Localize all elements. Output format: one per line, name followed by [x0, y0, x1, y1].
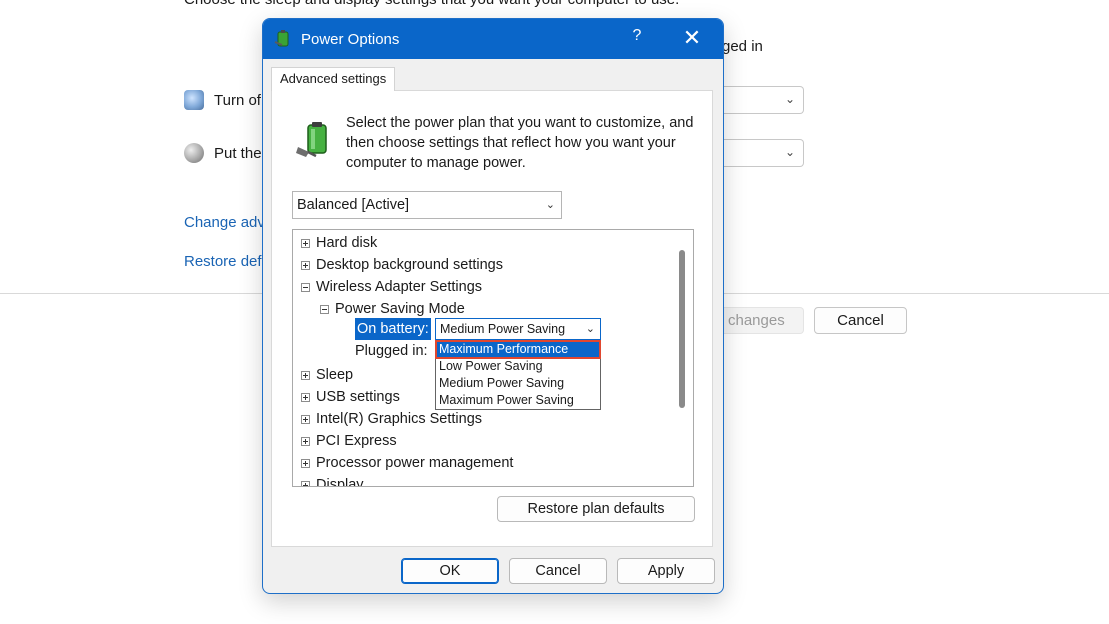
tree-item-power-saving-mode[interactable]: Power Saving Mode	[320, 298, 465, 320]
expand-icon[interactable]	[301, 436, 310, 446]
tree-item-label: Hard disk	[316, 235, 378, 251]
tree-item-label: Sleep	[316, 367, 354, 383]
power-options-dialog: Power Options ? ✕ Advanced settings Sele…	[262, 18, 724, 594]
tree-item-label: Power Saving Mode	[335, 301, 465, 317]
tree-item-label: Desktop background settings	[316, 257, 503, 273]
plugged-in-column-header: ged in	[722, 38, 763, 55]
tree-item-processor-power[interactable]: Processor power management	[301, 452, 513, 474]
battery-plug-icon	[294, 119, 336, 161]
tree-item-display[interactable]: Display	[301, 474, 364, 487]
option-medium-power-saving[interactable]: Medium Power Saving	[436, 375, 600, 392]
on-battery-value: Medium Power Saving	[440, 322, 566, 336]
option-maximum-performance[interactable]: Maximum Performance	[435, 340, 601, 359]
title-bar[interactable]: Power Options ? ✕	[263, 19, 723, 59]
tree-item-sleep[interactable]: Sleep	[301, 364, 353, 386]
help-button[interactable]: ?	[627, 27, 647, 45]
tree-item-hard-disk[interactable]: Hard disk	[301, 232, 377, 254]
sleep-label: Put the	[214, 144, 262, 162]
expand-icon[interactable]	[301, 480, 310, 486]
tree-item-label: Processor power management	[316, 455, 514, 471]
power-options-icon	[273, 29, 293, 49]
ok-button[interactable]: OK	[401, 558, 499, 584]
plugged-in-label[interactable]: Plugged in:	[355, 340, 428, 362]
tree-scrollbar[interactable]	[679, 250, 685, 408]
tree-item-label: Display	[316, 477, 364, 487]
turn-off-display-label: Turn of	[214, 91, 261, 109]
option-maximum-power-saving[interactable]: Maximum Power Saving	[436, 392, 600, 409]
turn-off-display-select[interactable]: ⌄	[722, 86, 804, 114]
apply-button[interactable]: Apply	[617, 558, 715, 584]
collapse-icon[interactable]	[320, 304, 329, 314]
intro-text: Select the power plan that you want to c…	[346, 115, 694, 171]
tab-advanced-settings[interactable]: Advanced settings	[271, 67, 396, 91]
restore-plan-defaults-button[interactable]: Restore plan defaults	[497, 496, 695, 522]
change-advanced-settings-link[interactable]: Change adv	[184, 214, 265, 231]
tree-item-label: Intel(R) Graphics Settings	[316, 411, 483, 427]
cancel-button[interactable]: Cancel	[814, 307, 907, 334]
tree-item-pci-express[interactable]: PCI Express	[301, 430, 397, 452]
moon-icon	[184, 143, 204, 163]
expand-icon[interactable]	[301, 260, 310, 270]
monitor-icon	[184, 90, 204, 110]
chevron-down-icon: ⌄	[585, 323, 595, 335]
tree-item-label: PCI Express	[316, 433, 397, 449]
on-battery-select[interactable]: Medium Power Saving ⌄	[435, 318, 601, 340]
page-intro-text: Choose the sleep and display settings th…	[184, 0, 679, 8]
restore-defaults-link[interactable]: Restore defa	[184, 253, 270, 270]
dialog-title: Power Options	[301, 30, 400, 48]
power-saving-dropdown-list[interactable]: Maximum Performance Low Power Saving Med…	[435, 340, 601, 410]
turn-off-display-row: Turn of	[184, 90, 261, 110]
tree-item-usb-settings[interactable]: USB settings	[301, 386, 400, 408]
close-button[interactable]: ✕	[679, 25, 705, 51]
advanced-settings-panel: Select the power plan that you want to c…	[271, 90, 713, 547]
expand-icon[interactable]	[301, 458, 310, 468]
chevron-down-icon: ⌄	[784, 92, 795, 106]
option-low-power-saving[interactable]: Low Power Saving	[436, 358, 600, 375]
collapse-icon[interactable]	[301, 282, 310, 292]
power-plan-select[interactable]: Balanced [Active] ⌄	[292, 191, 562, 219]
tree-item-intel-graphics[interactable]: Intel(R) Graphics Settings	[301, 408, 482, 430]
chevron-down-icon: ⌄	[545, 199, 555, 211]
on-battery-label[interactable]: On battery:	[355, 318, 431, 340]
tree-item-label: Wireless Adapter Settings	[316, 279, 483, 295]
settings-tree[interactable]: Hard disk Desktop background settings Wi…	[292, 229, 694, 487]
tree-item-desktop-background[interactable]: Desktop background settings	[301, 254, 503, 276]
sleep-row: Put the	[184, 143, 262, 163]
chevron-down-icon: ⌄	[784, 145, 795, 159]
power-plan-value: Balanced [Active]	[297, 197, 410, 213]
expand-icon[interactable]	[301, 370, 310, 380]
expand-icon[interactable]	[301, 238, 310, 248]
tree-item-wireless-adapter[interactable]: Wireless Adapter Settings	[301, 276, 482, 298]
expand-icon[interactable]	[301, 414, 310, 424]
cancel-button[interactable]: Cancel	[509, 558, 607, 584]
sleep-select[interactable]: ⌄	[722, 139, 804, 167]
expand-icon[interactable]	[301, 392, 310, 402]
tree-item-label: USB settings	[316, 389, 400, 405]
